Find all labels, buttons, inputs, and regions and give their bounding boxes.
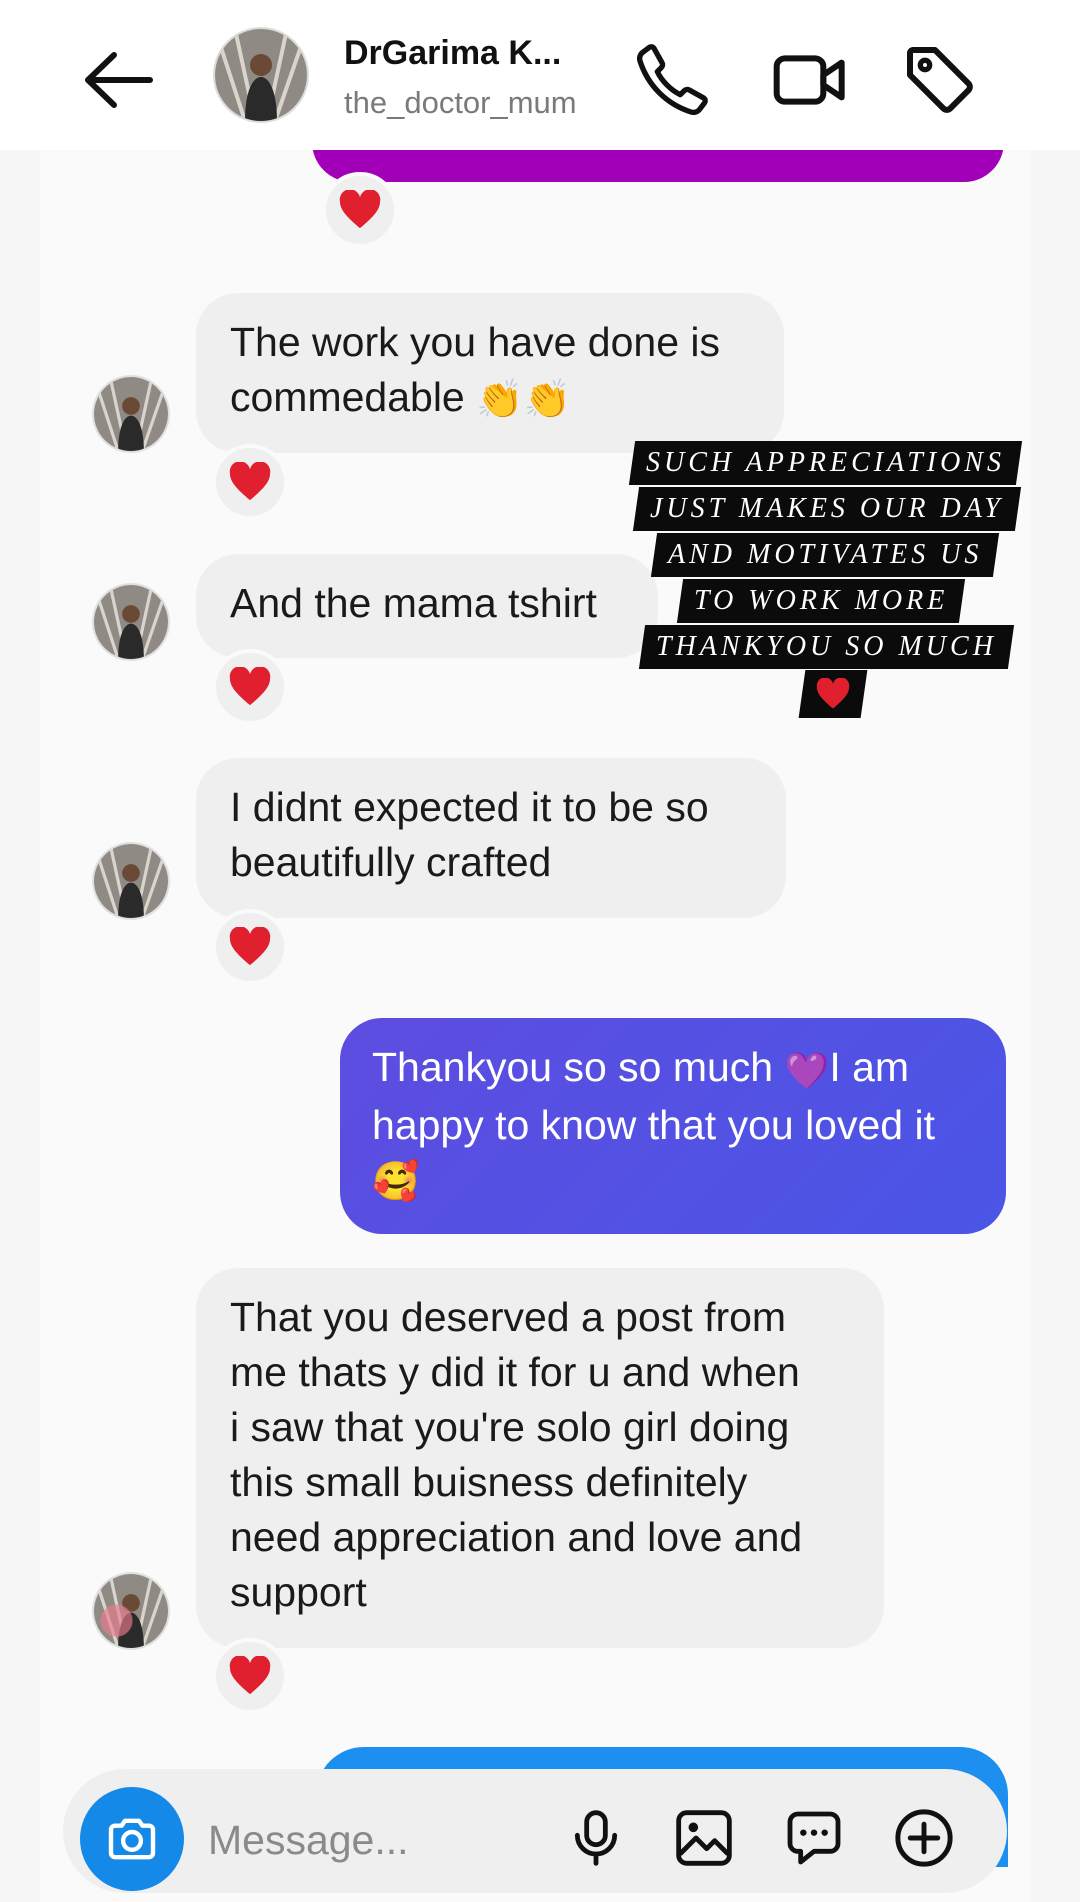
image-icon [676, 1810, 732, 1866]
profile-photo [94, 1574, 168, 1648]
profile-photo [94, 377, 168, 451]
sticker-button[interactable] [778, 1802, 850, 1874]
reaction-heart[interactable] [212, 649, 288, 725]
microphone-icon [574, 1810, 618, 1866]
heart-icon [229, 1656, 271, 1695]
reaction-heart[interactable] [212, 909, 288, 985]
overlay-text-line: AND MOTIVATES US [650, 533, 1000, 577]
message-text: Thankyou so so much [372, 1044, 785, 1090]
reaction-heart[interactable] [212, 1638, 288, 1714]
chat-header: DrGarima K... the_doctor_mum [0, 0, 1080, 150]
phone-icon [636, 44, 708, 116]
sent-message[interactable]: Thankyou so so much 💜I am happy to know … [340, 1018, 1006, 1234]
received-message[interactable]: That you deserved a post from me thats y… [196, 1268, 884, 1648]
camera-icon [108, 1818, 156, 1860]
contact-username[interactable]: the_doctor_mum [344, 85, 577, 121]
overlay-text-line: THANKYOU SO MUCH [638, 625, 1015, 669]
avatar[interactable] [92, 583, 170, 661]
video-call-button[interactable] [770, 40, 850, 120]
tag-icon [907, 47, 973, 113]
plus-circle-icon [895, 1809, 953, 1867]
message-input[interactable] [208, 1810, 538, 1870]
avatar[interactable] [92, 375, 170, 453]
back-button[interactable] [80, 45, 160, 115]
overlay-heart [798, 670, 868, 718]
chat-sticker-icon [787, 1811, 841, 1865]
gallery-button[interactable] [668, 1802, 740, 1874]
reaction-heart[interactable] [212, 444, 288, 520]
avatar[interactable] [92, 1572, 170, 1650]
received-message[interactable]: I didnt expected it to be so beautifully… [196, 758, 786, 918]
camera-button[interactable] [80, 1787, 184, 1891]
reaction-heart[interactable] [322, 172, 398, 248]
avatar[interactable] [213, 27, 309, 123]
heart-icon [816, 678, 850, 709]
more-button[interactable] [888, 1802, 960, 1874]
received-message[interactable]: The work you have done is commedable 👏👏 [196, 293, 784, 453]
smiling-face-with-hearts-emoji: 🥰 [372, 1161, 420, 1204]
call-button[interactable] [632, 40, 712, 120]
message-text: The work you have done is commedable [230, 319, 720, 420]
avatar[interactable] [92, 842, 170, 920]
heart-icon [229, 927, 271, 966]
arrow-left-icon [85, 52, 153, 108]
message-text: That you deserved a post from me thats y… [230, 1294, 803, 1615]
message-text: I didnt expected it to be so beautifully… [230, 784, 709, 885]
profile-photo [215, 29, 307, 121]
heart-icon [229, 667, 271, 706]
microphone-button[interactable] [560, 1802, 632, 1874]
overlay-text-line: JUST MAKES OUR DAY [632, 487, 1021, 531]
heart-icon [229, 462, 271, 501]
heart-icon [339, 190, 381, 229]
clapping-hands-emoji: 👏👏 [476, 378, 571, 421]
overlay-text-line: SUCH APPRECIATIONS [628, 441, 1023, 485]
message-text: And the mama tshirt [230, 580, 597, 626]
profile-photo [94, 585, 168, 659]
video-camera-icon [773, 55, 845, 105]
received-message[interactable]: And the mama tshirt [196, 554, 658, 658]
tag-button[interactable] [900, 40, 980, 120]
purple-heart-emoji: 💜 [784, 1049, 830, 1091]
overlay-text-line: TO WORK MORE [676, 579, 966, 623]
contact-name[interactable]: DrGarima K... [344, 34, 561, 73]
profile-photo [94, 844, 168, 918]
